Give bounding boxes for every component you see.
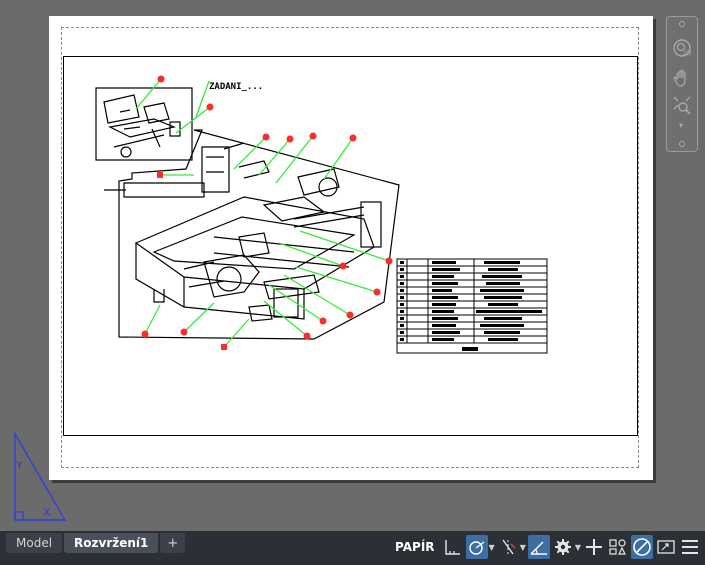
annotation-scale-icon[interactable]	[607, 535, 629, 559]
hardware-acceleration-icon[interactable]	[631, 535, 653, 559]
fullscreen-icon[interactable]	[655, 535, 677, 559]
drawing-title-text: ZADANI_...	[209, 82, 263, 92]
customize-menu-icon[interactable]	[679, 535, 701, 559]
object-snap-caret-icon[interactable]: ▼	[520, 543, 526, 552]
tab-layout1[interactable]: Rozvržení1	[64, 533, 159, 553]
ucs-icon: Y X	[14, 432, 67, 521]
paper-sheet: ZADANI_...	[49, 16, 653, 480]
svg-text:2D: 2D	[683, 50, 692, 57]
snap-mode-icon[interactable]	[442, 535, 464, 559]
steering-wheel-icon[interactable]: 2D	[671, 37, 693, 59]
workspace-gear-icon[interactable]	[552, 535, 574, 559]
polar-tracking-caret-icon[interactable]: ▼	[489, 543, 495, 552]
status-bar: Model Rozvržení1 + PAPÍR ▼ ▼ ▼	[0, 531, 705, 565]
plus-icon[interactable]	[583, 535, 605, 559]
dynamic-ucs-icon[interactable]	[527, 535, 550, 559]
polar-tracking-icon[interactable]	[465, 535, 488, 559]
paper-space-label: PAPÍR	[395, 540, 435, 554]
tab-model[interactable]: Model	[6, 533, 63, 553]
ucs-x-label: X	[43, 506, 51, 519]
main-assembly	[104, 129, 400, 340]
tab-layout1-label: Rozvržení1	[74, 536, 149, 550]
workspace-caret-icon[interactable]: ▼	[575, 543, 581, 552]
drawing-content: ZADANI_...	[95, 75, 548, 354]
ucs-y-label: Y	[15, 459, 23, 472]
zoom-extents-icon[interactable]	[671, 95, 693, 117]
navbar-top-grip-icon[interactable]	[679, 21, 685, 27]
drawing-canvas[interactable]: ZADANI_... 2D ▾ Y X	[0, 0, 705, 531]
navbar-bottom-grip-icon[interactable]	[679, 141, 685, 147]
layout-viewport[interactable]: ZADANI_...	[63, 56, 638, 436]
object-snap-tracking-icon[interactable]	[497, 535, 519, 559]
tab-model-label: Model	[16, 536, 53, 550]
pan-icon[interactable]	[671, 67, 693, 89]
parts-list-table	[396, 258, 548, 354]
layout-tabs: Model Rozvržení1 +	[6, 531, 187, 553]
leader-lines	[135, 78, 390, 348]
balloon-markers	[141, 75, 393, 350]
add-layout-button[interactable]: +	[160, 533, 186, 553]
paper-space-toggle[interactable]: PAPÍR	[390, 535, 439, 559]
navbar-dropdown-caret-icon[interactable]: ▾	[679, 121, 683, 130]
navigation-bar: 2D ▾	[666, 16, 698, 152]
add-layout-label: +	[167, 535, 179, 551]
status-toolbar: PAPÍR ▼ ▼ ▼	[388, 533, 705, 561]
parts-list-text	[400, 261, 542, 351]
